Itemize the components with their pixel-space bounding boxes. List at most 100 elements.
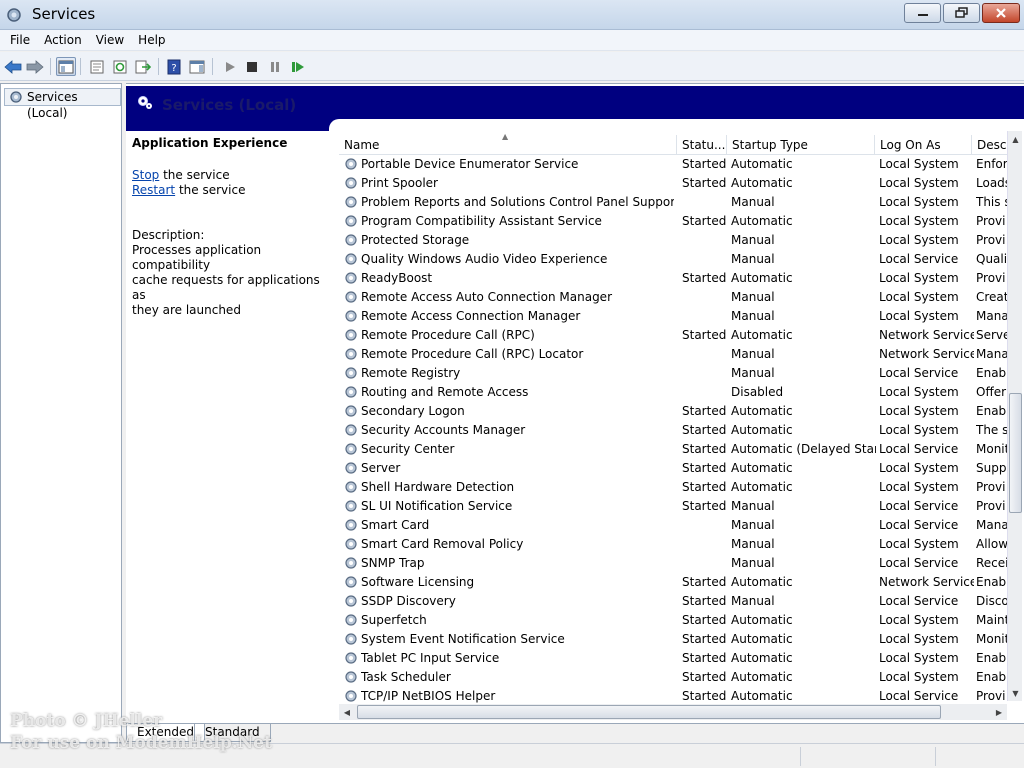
table-row[interactable]: Smart Card Manual Local Service Mana bbox=[339, 516, 1009, 535]
cell-log-on-as: Local Service bbox=[879, 442, 959, 456]
menu-view[interactable]: View bbox=[89, 30, 131, 51]
cell-name: Security Accounts Manager bbox=[361, 423, 526, 437]
cell-status: Started bbox=[682, 651, 727, 665]
table-row[interactable]: Program Compatibility Assistant Service S… bbox=[339, 212, 1009, 231]
table-row[interactable]: Remote Procedure Call (RPC) Started Automa… bbox=[339, 326, 1009, 345]
stop-service-button[interactable] bbox=[242, 57, 262, 76]
cell-log-on-as: Local Service bbox=[879, 518, 959, 532]
table-row[interactable]: Security Center Started Automatic (Delayed… bbox=[339, 440, 1009, 459]
table-row[interactable]: Protected Storage Manual Local System Provi bbox=[339, 231, 1009, 250]
restart-service-link[interactable]: Restart bbox=[132, 183, 175, 197]
cell-name: Server bbox=[361, 461, 401, 475]
cell-name: ReadyBoost bbox=[361, 271, 433, 285]
table-row[interactable]: SL UI Notification Service Started Manual L… bbox=[339, 497, 1009, 516]
cell-status: Started bbox=[682, 670, 727, 684]
table-row[interactable]: Portable Device Enumerator Service Starte… bbox=[339, 155, 1009, 174]
pause-service-button[interactable] bbox=[265, 57, 285, 76]
start-service-button[interactable] bbox=[220, 57, 240, 76]
table-row[interactable]: Superfetch Started Automatic Local System Ma… bbox=[339, 611, 1009, 630]
stop-icon bbox=[247, 61, 257, 72]
table-row[interactable]: Remote Procedure Call (RPC) Locator Manua… bbox=[339, 345, 1009, 364]
column-header-description[interactable]: Descr bbox=[972, 135, 1009, 155]
menu-help[interactable]: Help bbox=[131, 30, 172, 51]
table-row[interactable]: System Event Notification Service Started… bbox=[339, 630, 1009, 649]
cell-name: SNMP Trap bbox=[361, 556, 425, 570]
menu-action[interactable]: Action bbox=[37, 30, 89, 51]
help-button[interactable]: ? bbox=[164, 57, 184, 76]
back-button[interactable] bbox=[3, 57, 23, 76]
refresh-icon bbox=[113, 60, 127, 73]
forward-button[interactable] bbox=[25, 57, 45, 76]
table-row[interactable]: Task Scheduler Started Automatic Local Syst… bbox=[339, 668, 1009, 687]
restore-button[interactable] bbox=[943, 3, 980, 23]
table-row[interactable]: Secondary Logon Started Automatic Local Sys… bbox=[339, 402, 1009, 421]
menu-bar: File Action View Help bbox=[0, 30, 1024, 51]
table-row[interactable]: ReadyBoost Started Automatic Local System Pr… bbox=[339, 269, 1009, 288]
restart-service-button[interactable] bbox=[288, 57, 308, 76]
service-gear-icon bbox=[345, 291, 357, 303]
cell-startup-type: Automatic bbox=[731, 670, 793, 684]
column-header-startup-type[interactable]: Startup Type bbox=[727, 135, 875, 155]
table-row[interactable]: Problem Reports and Solutions Control Pa… bbox=[339, 193, 1009, 212]
cell-startup-type: Automatic bbox=[731, 632, 793, 646]
column-header-name[interactable]: Name bbox=[339, 135, 677, 155]
column-header-status[interactable]: Statu... bbox=[677, 135, 727, 155]
cell-description: Provi bbox=[976, 499, 1006, 513]
table-row[interactable]: SNMP Trap Manual Local Service Recei bbox=[339, 554, 1009, 573]
scroll-down-button[interactable]: ▼ bbox=[1008, 685, 1023, 701]
export-list-button[interactable] bbox=[133, 57, 153, 76]
cell-description: Provi bbox=[976, 214, 1006, 228]
cell-status: Started bbox=[682, 499, 727, 513]
cell-startup-type: Manual bbox=[731, 195, 775, 209]
export-list-icon bbox=[135, 60, 151, 73]
table-row[interactable]: Server Started Automatic Local System Suppo bbox=[339, 459, 1009, 478]
tree-item-services-local[interactable]: Services (Local) bbox=[4, 88, 121, 120]
scroll-right-button[interactable]: ▶ bbox=[991, 704, 1007, 720]
table-row[interactable]: Smart Card Removal Policy Manual Local Sys… bbox=[339, 535, 1009, 554]
horizontal-scroll-thumb[interactable] bbox=[357, 705, 941, 719]
scroll-up-button[interactable]: ▲ bbox=[1008, 131, 1023, 147]
table-row[interactable]: Remote Access Auto Connection Manager Man… bbox=[339, 288, 1009, 307]
cell-startup-type: Automatic bbox=[731, 404, 793, 418]
service-details-pane: Application Experience Stop the service … bbox=[132, 136, 326, 318]
table-row[interactable]: Remote Access Connection Manager Manual Lo… bbox=[339, 307, 1009, 326]
cell-status: Started bbox=[682, 575, 727, 589]
show-hide-console-tree-button[interactable] bbox=[56, 57, 76, 76]
table-row[interactable]: SSDP Discovery Started Manual Local Service… bbox=[339, 592, 1009, 611]
refresh-button[interactable] bbox=[110, 57, 130, 76]
cell-name: Shell Hardware Detection bbox=[361, 480, 515, 494]
cell-log-on-as: Local System bbox=[879, 670, 959, 684]
cell-name: Remote Procedure Call (RPC) Locator bbox=[361, 347, 584, 361]
service-gear-icon bbox=[345, 538, 357, 550]
services-gear-icon bbox=[7, 8, 21, 22]
cell-startup-type: Automatic bbox=[731, 157, 793, 171]
scroll-left-button[interactable]: ◀ bbox=[339, 704, 355, 720]
table-row[interactable]: Quality Windows Audio Video Experience Ma… bbox=[339, 250, 1009, 269]
cell-description: Offer bbox=[976, 385, 1007, 399]
table-row[interactable]: Software Licensing Started Automatic Networ… bbox=[339, 573, 1009, 592]
column-header-log-on-as[interactable]: Log On As bbox=[875, 135, 972, 155]
menu-file[interactable]: File bbox=[0, 30, 37, 51]
watermark: Photo © JHeller For use on ModemHelp.Net bbox=[10, 710, 272, 754]
properties-button[interactable] bbox=[87, 57, 107, 76]
table-row[interactable]: Security Accounts Manager Started Automati… bbox=[339, 421, 1009, 440]
horizontal-scrollbar[interactable]: ◀ ▶ bbox=[339, 704, 1007, 720]
table-row[interactable]: Remote Registry Manual Local Service Enabl bbox=[339, 364, 1009, 383]
show-action-pane-button[interactable] bbox=[187, 57, 207, 76]
table-row[interactable]: Shell Hardware Detection Started Automatic… bbox=[339, 478, 1009, 497]
stop-action-text: the service bbox=[159, 168, 230, 182]
service-gear-icon bbox=[345, 690, 357, 702]
vertical-scrollbar[interactable]: ▲ ▼ bbox=[1007, 131, 1022, 701]
close-button[interactable] bbox=[982, 3, 1020, 23]
cell-description: Enfor bbox=[976, 157, 1008, 171]
stop-service-link[interactable]: Stop bbox=[132, 168, 159, 182]
minimize-button[interactable] bbox=[904, 3, 941, 23]
vertical-scroll-thumb[interactable] bbox=[1009, 393, 1022, 513]
table-row[interactable]: Tablet PC Input Service Started Automatic L… bbox=[339, 649, 1009, 668]
table-row[interactable]: Print Spooler Started Automatic Local Syste… bbox=[339, 174, 1009, 193]
service-gear-icon bbox=[345, 158, 357, 170]
console-tree: Services (Local) bbox=[0, 83, 122, 743]
help-book-icon: ? bbox=[167, 59, 181, 74]
description-label: Description: bbox=[132, 228, 205, 242]
table-row[interactable]: Routing and Remote Access Disabled Local S… bbox=[339, 383, 1009, 402]
